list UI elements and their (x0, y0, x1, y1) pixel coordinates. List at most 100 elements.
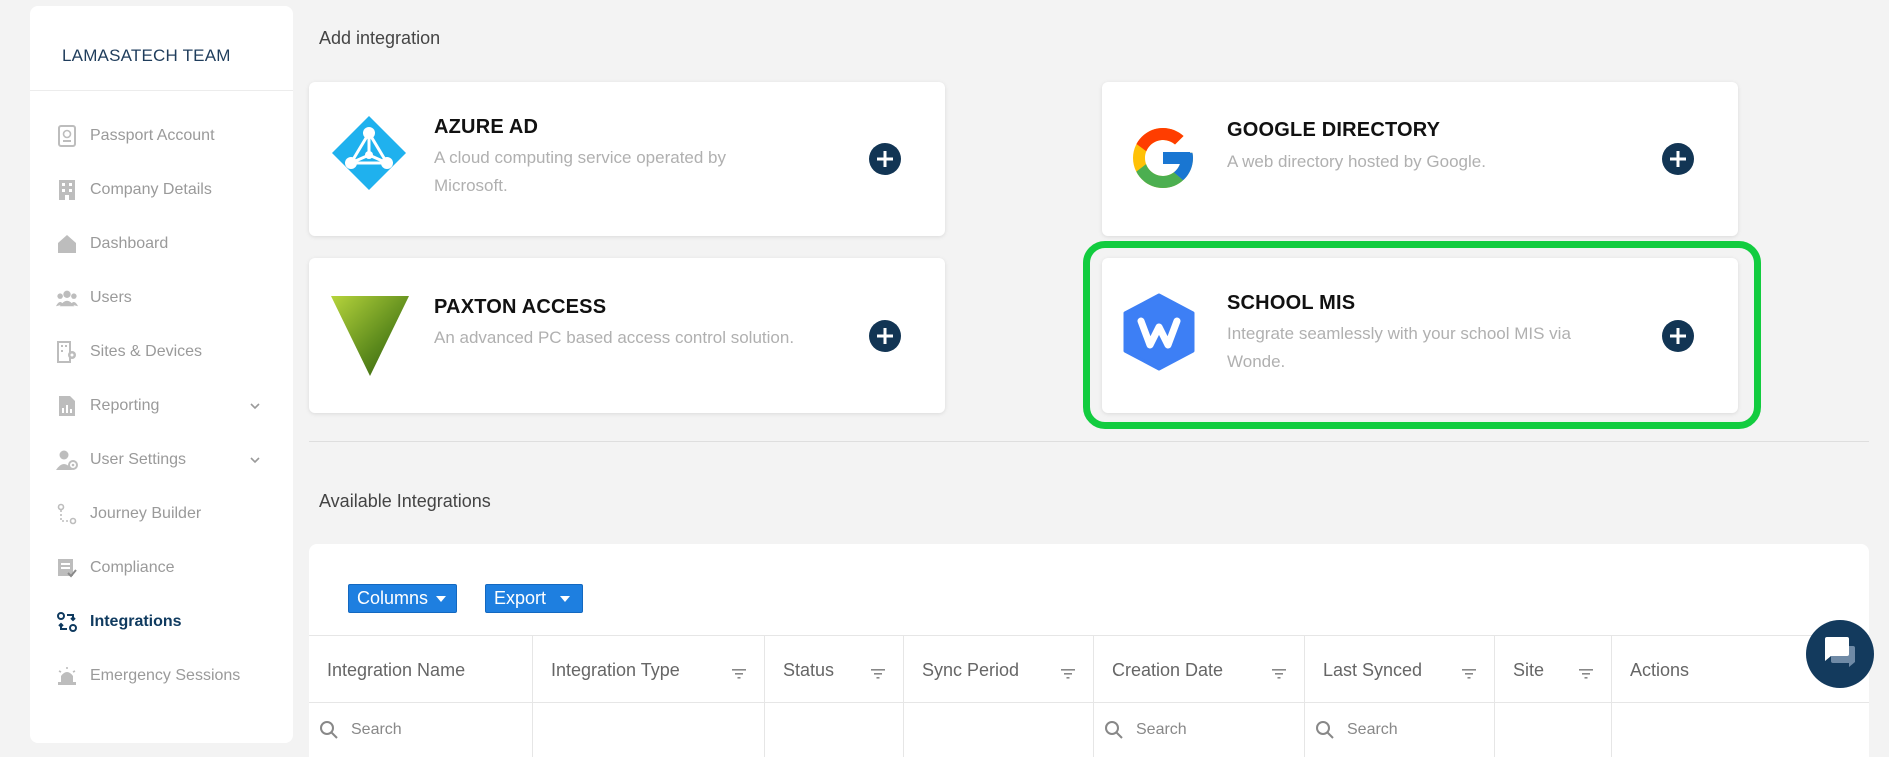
azure-ad-description: A cloud computing service operated by Mi… (434, 144, 726, 200)
google-directory-title: GOOGLE DIRECTORY (1227, 119, 1441, 141)
azure-ad-title: AZURE AD (434, 116, 539, 138)
sidebar-item-reporting[interactable]: Reporting (30, 379, 293, 433)
paxton-access-description: An advanced PC based access control solu… (434, 324, 794, 352)
search-cell-creation-date: Search (1094, 703, 1305, 757)
column-header-site[interactable]: Site (1495, 636, 1612, 704)
search-placeholder: Search (1347, 721, 1398, 738)
sidebar: LAMASATECH TEAM Passport Account Company… (30, 6, 293, 743)
sidebar-item-label: Dashboard (90, 235, 169, 252)
sites-icon (56, 341, 78, 363)
sidebar-item-label: Reporting (90, 397, 160, 414)
filter-icon[interactable] (732, 664, 746, 685)
caret-down-icon (436, 595, 447, 602)
column-header-label: Site (1513, 659, 1545, 680)
caret-down-icon (560, 595, 571, 602)
column-header-last-synced[interactable]: Last Synced (1305, 636, 1495, 704)
sidebar-item-users[interactable]: Users (30, 271, 293, 325)
column-header-label: Integration Type (551, 659, 680, 680)
add-paxton-access-button[interactable] (869, 320, 901, 352)
sidebar-nav: Passport Account Company Details Dashboa… (30, 91, 293, 703)
column-header-integration-type[interactable]: Integration Type (533, 636, 765, 704)
sidebar-item-integrations[interactable]: Integrations (30, 595, 293, 649)
users-icon (56, 287, 78, 309)
team-name: LAMASATECH TEAM (30, 6, 293, 91)
export-button[interactable]: Export (485, 584, 584, 613)
integrations-table-panel: Columns Export Integration Name Integrat… (309, 544, 1869, 757)
sidebar-item-label: Passport Account (90, 127, 215, 144)
google-directory-description-line: A web directory hosted by Google. (1227, 152, 1486, 171)
azure-ad-description-line: Microsoft. (434, 176, 508, 195)
sidebar-item-passport-account[interactable]: Passport Account (30, 109, 293, 163)
paxton-access-title: PAXTON ACCESS (434, 296, 607, 318)
sidebar-item-dashboard[interactable]: Dashboard (30, 217, 293, 271)
integrations-icon (56, 611, 78, 633)
paxton-logo-icon (331, 296, 409, 381)
sidebar-item-label: Sites & Devices (90, 343, 203, 360)
search-icon (1316, 721, 1334, 739)
google-directory-description: A web directory hosted by Google. (1227, 148, 1486, 176)
add-azure-ad-button[interactable] (869, 143, 901, 175)
azure-ad-card[interactable]: AZURE AD A cloud computing service opera… (309, 82, 945, 236)
sidebar-item-emergency-sessions[interactable]: Emergency Sessions (30, 649, 293, 703)
sidebar-item-label: Journey Builder (90, 505, 202, 522)
building-icon (56, 179, 78, 201)
chat-button[interactable] (1806, 620, 1874, 688)
search-cell-empty (904, 703, 1094, 757)
google-logo-icon (1127, 122, 1199, 199)
sidebar-item-label: Users (90, 289, 132, 306)
column-header-creation-date[interactable]: Creation Date (1094, 636, 1305, 704)
sidebar-item-company-details[interactable]: Company Details (30, 163, 293, 217)
add-google-directory-button[interactable] (1662, 143, 1694, 175)
chevron-down-icon (249, 453, 261, 465)
passport-icon (56, 125, 78, 147)
sidebar-item-compliance[interactable]: Compliance (30, 541, 293, 595)
home-icon (56, 233, 78, 255)
columns-button-label: Columns (357, 588, 429, 608)
add-integration-title: Add integration (319, 28, 441, 48)
search-input-creation-date[interactable]: Search (1104, 720, 1187, 740)
journey-icon (56, 503, 78, 525)
sidebar-item-label: Integrations (90, 613, 182, 630)
search-cell-empty (765, 703, 904, 757)
search-icon (320, 721, 338, 739)
search-placeholder: Search (351, 721, 402, 738)
column-header-label: Status (783, 659, 835, 680)
column-header-status[interactable]: Status (765, 636, 904, 704)
sidebar-item-label: User Settings (90, 451, 187, 468)
column-header-integration-name[interactable]: Integration Name (309, 636, 533, 704)
sidebar-item-journey-builder[interactable]: Journey Builder (30, 487, 293, 541)
search-input-last-synced[interactable]: Search (1315, 720, 1398, 740)
column-header-sync-period[interactable]: Sync Period (904, 636, 1094, 704)
paxton-access-description-line: An advanced PC based access control solu… (434, 328, 795, 347)
section-divider (309, 441, 1869, 442)
google-directory-card[interactable]: GOOGLE DIRECTORY A web directory hosted … (1102, 82, 1738, 236)
alarm-icon (56, 665, 78, 687)
paxton-access-card[interactable]: PAXTON ACCESS An advanced PC based acces… (309, 258, 945, 413)
chevron-down-icon (249, 399, 261, 411)
filter-icon[interactable] (1061, 664, 1075, 685)
azure-ad-description-line: A cloud computing service operated by (434, 148, 727, 167)
search-input-integration-name[interactable]: Search (319, 720, 402, 740)
column-header-label: Last Synced (1323, 659, 1423, 680)
search-icon (1105, 721, 1123, 739)
filter-icon[interactable] (871, 664, 885, 685)
search-cell-empty (533, 703, 765, 757)
search-placeholder: Search (1136, 721, 1187, 738)
chat-icon (1823, 636, 1857, 673)
user-settings-icon (56, 449, 78, 471)
column-header-label: Integration Name (327, 659, 466, 680)
compliance-icon (56, 557, 78, 579)
school-mis-highlight (1083, 241, 1761, 429)
filter-icon[interactable] (1579, 664, 1593, 685)
export-button-label: Export (494, 588, 547, 608)
column-header-label: Sync Period (922, 659, 1020, 680)
sidebar-item-user-settings[interactable]: User Settings (30, 433, 293, 487)
search-cell-last-synced: Search (1305, 703, 1495, 757)
sidebar-item-label: Compliance (90, 559, 175, 576)
sidebar-item-sites-devices[interactable]: Sites & Devices (30, 325, 293, 379)
filter-icon[interactable] (1272, 664, 1286, 685)
search-cell-integration-name: Search (309, 703, 533, 757)
filter-icon[interactable] (1462, 664, 1476, 685)
columns-button[interactable]: Columns (348, 584, 458, 613)
azure-ad-logo-icon (331, 115, 407, 196)
